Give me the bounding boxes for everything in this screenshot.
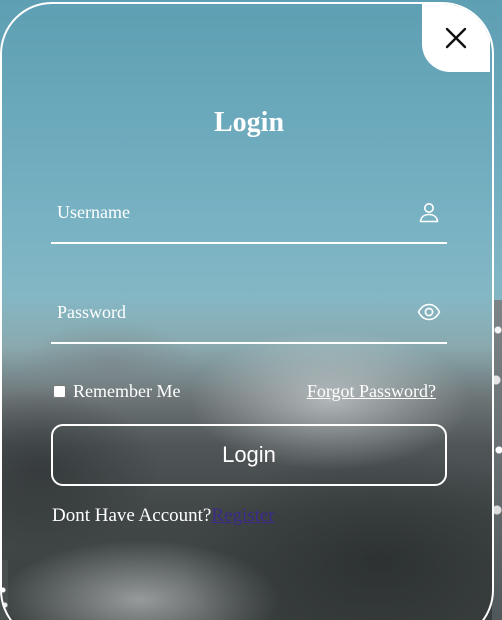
login-screen: Login Remember Me Forgot Pa (0, 0, 502, 620)
username-input[interactable] (51, 198, 417, 226)
register-prompt-text: Dont Have Account? (52, 505, 212, 526)
login-button-label: Login (222, 442, 276, 467)
register-link[interactable]: Register (211, 505, 274, 526)
password-input[interactable] (51, 298, 417, 326)
login-card: Login Remember Me Forgot Pa (0, 2, 494, 620)
password-field (51, 298, 447, 344)
remember-me-label: Remember Me (73, 381, 181, 401)
login-button[interactable]: Login (51, 424, 447, 486)
remember-me[interactable]: Remember Me (52, 381, 180, 402)
user-icon (417, 200, 441, 224)
register-prompt: Dont Have Account?Register (52, 505, 275, 527)
remember-me-checkbox[interactable] (53, 385, 66, 398)
eye-icon[interactable] (417, 300, 441, 324)
close-icon (445, 27, 467, 49)
page-title: Login (213, 107, 285, 138)
forgot-password-link[interactable]: Forgot Password? (307, 381, 436, 402)
username-field (51, 198, 447, 244)
close-button[interactable] (422, 4, 490, 72)
